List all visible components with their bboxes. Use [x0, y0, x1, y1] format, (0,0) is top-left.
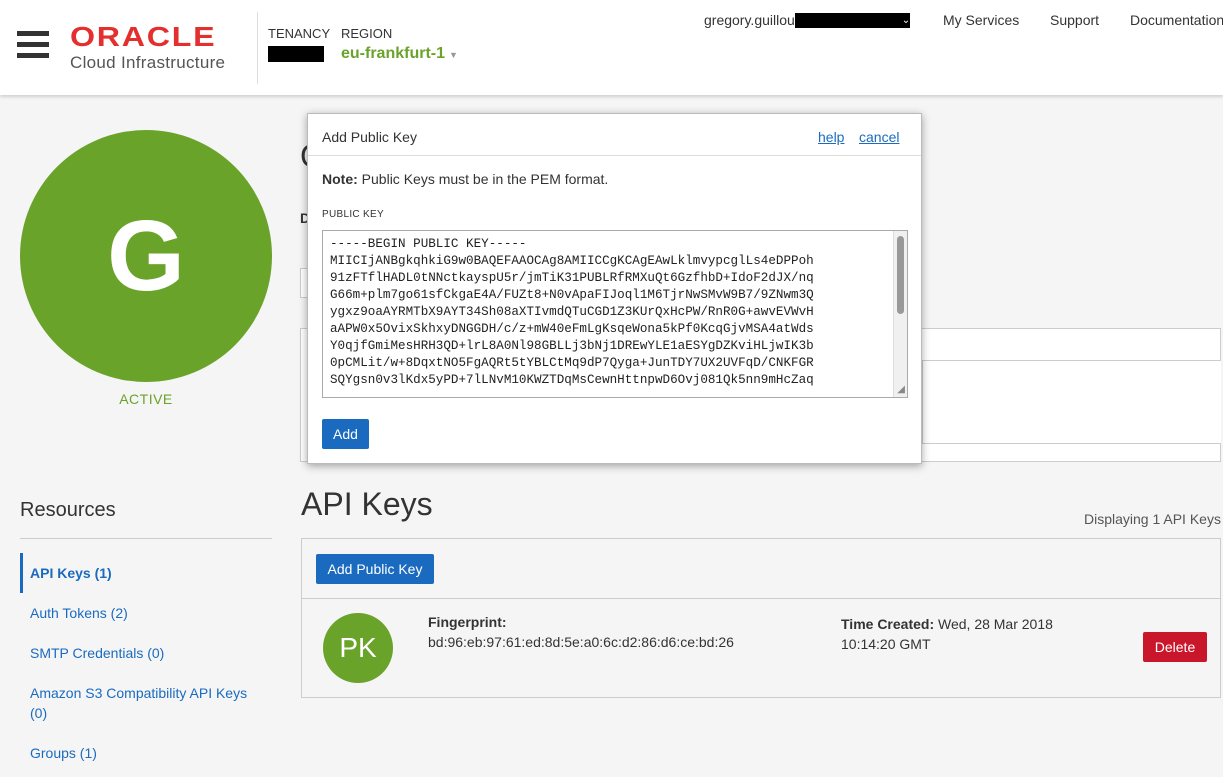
region-selector[interactable]: REGION eu-frankfurt-1 ▼ — [341, 26, 458, 63]
resource-groups[interactable]: Groups (1) — [20, 733, 272, 773]
time-created-label: Time Created: — [841, 616, 935, 632]
cancel-link[interactable]: cancel — [859, 129, 899, 145]
textarea-scrollbar[interactable] — [893, 231, 907, 397]
fingerprint-label: Fingerprint: — [428, 614, 507, 630]
region-label: REGION — [341, 26, 393, 41]
api-keys-heading: API Keys — [301, 486, 433, 522]
nav-documentation[interactable]: Documentation — [1130, 12, 1223, 28]
tenancy-value-redacted — [268, 46, 324, 62]
dialog-header: Add Public Key help cancel — [308, 114, 921, 156]
tenancy-selector[interactable]: TENANCY — [268, 26, 330, 62]
user-avatar: G — [20, 130, 272, 382]
key-avatar: PK — [323, 613, 393, 683]
user-info-inner-panel — [922, 360, 1221, 444]
header-divider — [257, 12, 258, 84]
tenancy-label: TENANCY — [268, 26, 331, 41]
region-name: eu-frankfurt-1 — [341, 45, 446, 62]
nav-support[interactable]: Support — [1050, 12, 1099, 28]
resources-list: API Keys (1) Auth Tokens (2) SMTP Creden… — [20, 553, 272, 773]
caret-down-icon: ▼ — [449, 50, 458, 60]
resize-handle-icon[interactable]: ◢ — [897, 385, 905, 395]
logo-subtitle: Cloud Infrastructure — [70, 53, 226, 72]
add-public-key-dialog: Add Public Key help cancel Note: Public … — [307, 113, 922, 464]
public-key-label: PUBLIC KEY — [322, 209, 384, 220]
fingerprint-value: bd:96:eb:97:61:ed:8d:5e:a0:6c:d2:86:d6:c… — [428, 634, 734, 650]
public-key-value: -----BEGIN PUBLIC KEY----- MIICIjANBgkqh… — [330, 237, 814, 387]
top-header: ORACLE Cloud Infrastructure TENANCY REGI… — [0, 0, 1223, 95]
resource-auth-tokens[interactable]: Auth Tokens (2) — [20, 593, 272, 633]
resource-s3-compat-keys[interactable]: Amazon S3 Compatibility API Keys (0) — [20, 673, 272, 733]
resource-api-keys[interactable]: API Keys (1) — [20, 553, 272, 593]
note-label: Note: — [322, 171, 358, 187]
help-link[interactable]: help — [818, 129, 844, 145]
pem-note: Note: Public Keys must be in the PEM for… — [322, 171, 608, 187]
api-key-row: PK Fingerprint: bd:96:eb:97:61:ed:8d:5e:… — [302, 599, 1220, 697]
chevron-down-icon: ⌄ — [901, 14, 911, 26]
region-value[interactable]: eu-frankfurt-1 ▼ — [341, 45, 458, 63]
add-button[interactable]: Add — [322, 419, 369, 449]
user-name-redacted — [794, 12, 910, 28]
delete-button[interactable]: Delete — [1143, 632, 1207, 662]
key-avatar-text: PK — [339, 632, 377, 663]
avatar-letter: G — [107, 199, 185, 312]
note-text: Public Keys must be in the PEM format. — [361, 171, 609, 187]
nav-my-services[interactable]: My Services — [943, 12, 1019, 28]
time-created: Time Created: Wed, 28 Mar 2018 10:14:20 … — [841, 614, 1081, 654]
user-menu[interactable]: gregory.guillou ⌄ — [704, 12, 910, 28]
user-name: gregory.guillou — [704, 12, 795, 28]
scrollbar-thumb[interactable] — [897, 236, 904, 314]
divider — [20, 538, 272, 539]
oracle-logo[interactable]: ORACLE Cloud Infrastructure — [70, 22, 225, 73]
public-key-textarea[interactable]: -----BEGIN PUBLIC KEY----- MIICIjANBgkqh… — [322, 230, 908, 398]
dialog-title: Add Public Key — [322, 129, 417, 145]
add-public-key-button[interactable]: Add Public Key — [316, 554, 434, 584]
api-keys-panel: Add Public Key PK Fingerprint: bd:96:eb:… — [301, 538, 1221, 698]
status-label: ACTIVE — [119, 391, 173, 407]
logo-oracle-text: ORACLE — [70, 21, 217, 52]
displaying-count: Displaying 1 API Keys — [1084, 511, 1221, 527]
resource-smtp-credentials[interactable]: SMTP Credentials (0) — [20, 633, 272, 673]
resources-heading: Resources — [20, 499, 116, 521]
api-keys-toolbar: Add Public Key — [302, 539, 1220, 599]
menu-icon[interactable] — [17, 31, 49, 59]
